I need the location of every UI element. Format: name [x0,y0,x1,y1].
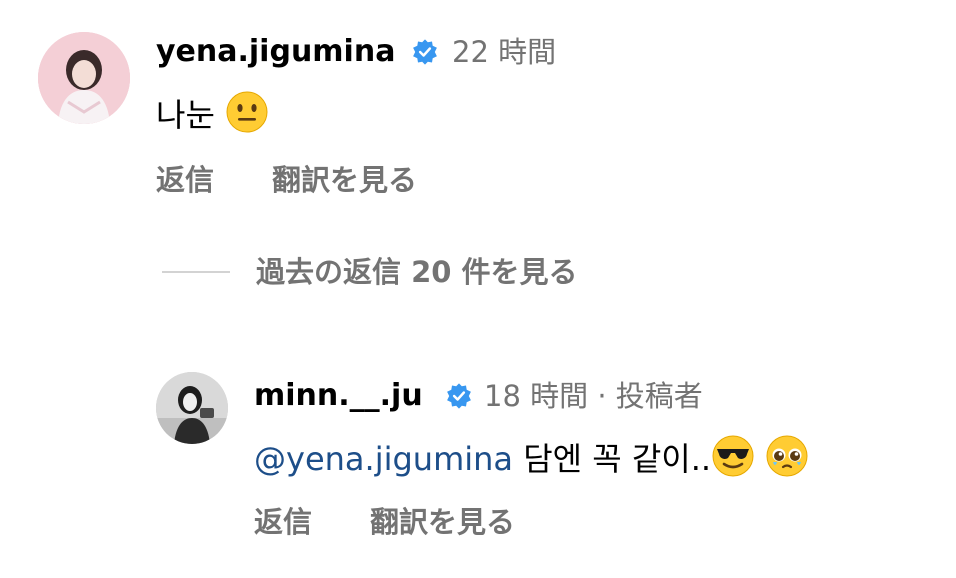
comment-time: 18 時間 [484,379,589,413]
author-badge: 投稿者 [615,379,703,413]
comment-text: 나눈 [156,90,269,135]
see-translation-button[interactable]: 翻訳を見る [272,162,417,198]
reply-button[interactable]: 返信 [254,504,312,540]
profile-photo [38,32,130,124]
avatar-yena[interactable] [38,32,130,124]
verified-badge-icon [413,39,437,65]
comment-body: 담엔 꼭 같이.. [523,440,712,478]
comment-text: @yena.jigumina 담엔 꼭 같이.. [254,434,809,479]
view-previous-replies-button[interactable]: 過去の返信 20 件を見る [256,254,578,290]
comment-username[interactable]: yena.jigumina [156,34,395,70]
replies-divider [162,271,230,273]
neutral-face-emoji [226,91,268,133]
meta-separator: · [597,379,607,413]
reply-button[interactable]: 返信 [156,162,214,198]
profile-photo [156,372,228,444]
comment-username[interactable]: minn.__.ju [254,378,423,414]
comment-time: 22 時間 [452,35,557,69]
pleading-face-emoji [766,435,808,477]
comment-meta: 18 時間 · 投稿者 [484,378,703,414]
verified-badge-icon [447,383,471,409]
mention-link[interactable]: @yena.jigumina [254,440,513,478]
avatar-minn[interactable] [156,372,228,444]
see-translation-button[interactable]: 翻訳を見る [370,504,515,540]
sunglasses-face-emoji [712,435,754,477]
comment-body: 나눈 [156,96,215,134]
